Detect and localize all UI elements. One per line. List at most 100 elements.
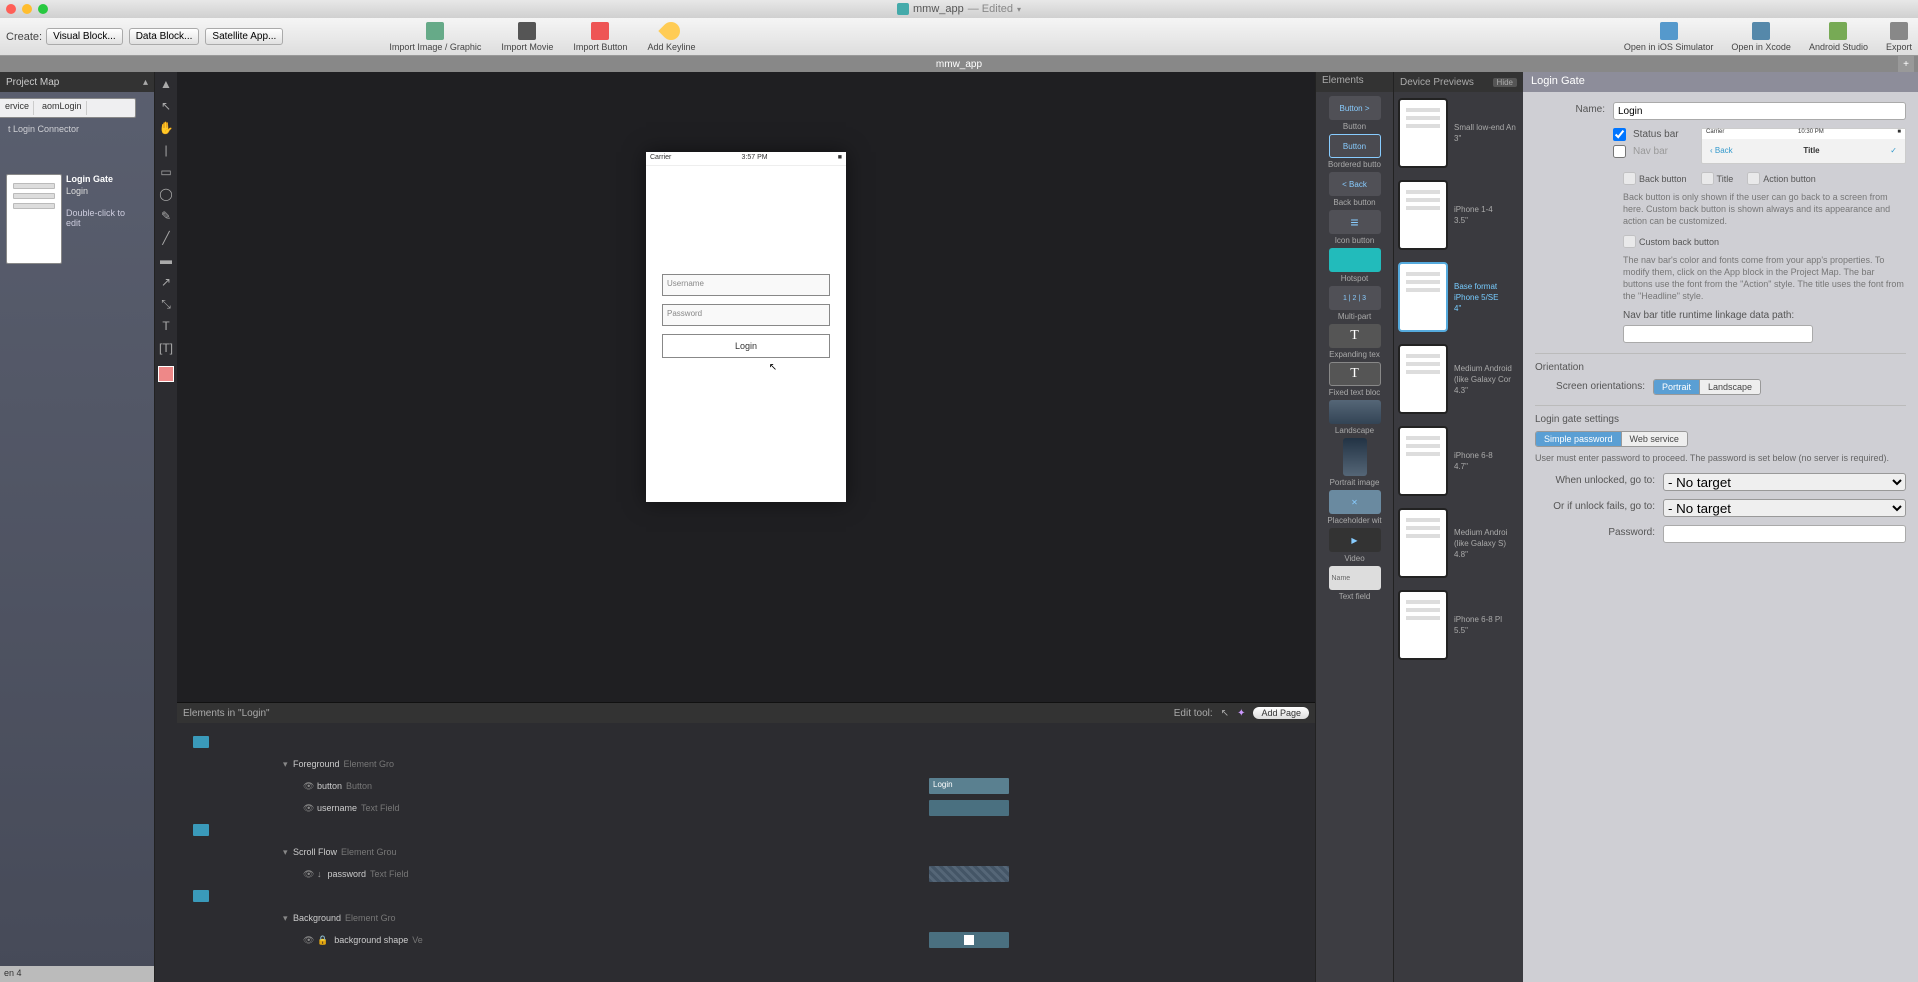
edited-indicator: — Edited [968, 3, 1013, 15]
titlebar: mmw_app — Edited ▾ [0, 0, 1918, 18]
element-portrait-image[interactable]: Portrait image [1318, 438, 1391, 487]
mouse-cursor-icon: ↖ [769, 362, 777, 372]
window-title: mmw_app [913, 3, 964, 15]
web-service-tab[interactable]: Web service [1622, 432, 1687, 446]
title-checkbox [1701, 172, 1714, 185]
foreground-group[interactable]: ▾ForegroundElement Gro [183, 753, 1309, 775]
arrow-tool-icon[interactable]: ↗ [158, 274, 174, 290]
element-placeholder[interactable]: ✕Placeholder wit [1318, 490, 1391, 525]
open-ios-simulator-button[interactable]: Open in iOS Simulator [1624, 22, 1714, 52]
element-icon-button[interactable]: ≡Icon button [1318, 210, 1391, 245]
previews-title: Device Previews [1400, 77, 1474, 88]
runtime-linkage-input[interactable] [1623, 325, 1813, 343]
bgshape-element[interactable]: 👁🔒background shapeVe [183, 929, 1309, 951]
element-multipart[interactable]: 1 | 2 | 3Multi-part [1318, 286, 1391, 321]
runtime-linkage-label: Nav bar title runtime linkage data path: [1623, 310, 1906, 321]
phone-preview: Carrier 3:57 PM ■ Username Password Logi… [646, 152, 846, 502]
element-button-arrow[interactable]: Button >Button [1318, 96, 1391, 131]
name-input[interactable] [1613, 102, 1906, 120]
unlocked-target-select[interactable]: - No target [1663, 473, 1906, 491]
device-preview-item[interactable]: iPhone 1-43.5" [1398, 180, 1519, 250]
button-element[interactable]: 👁buttonButtonLogin [183, 775, 1309, 797]
element-hotspot[interactable]: Hotspot [1318, 248, 1391, 283]
cursor-tool-icon[interactable]: ⤡ [158, 296, 174, 312]
zoom-button[interactable] [38, 4, 48, 14]
password-element[interactable]: 👁↓passwordText Field [183, 863, 1309, 885]
diagonal-tool-icon[interactable]: ╱ [158, 230, 174, 246]
device-preview-item[interactable]: Medium Androi(like Galaxy S)4.8" [1398, 508, 1519, 578]
import-movie-button[interactable]: Import Movie [501, 22, 553, 52]
edit-tool-cursor-icon[interactable]: ↖ [1221, 708, 1229, 719]
fail-target-select[interactable]: - No target [1663, 499, 1906, 517]
actionbutton-checkbox [1747, 172, 1760, 185]
navbar-checkbox[interactable] [1613, 145, 1626, 158]
pm-service-node[interactable]: ervice aomLogin [0, 98, 136, 118]
import-image-button[interactable]: Import Image / Graphic [389, 22, 481, 52]
add-keyline-button[interactable]: Add Keyline [647, 22, 695, 52]
pointer-tool-icon[interactable]: ▲ [158, 76, 174, 92]
device-preview-item[interactable]: iPhone 6-8 Pl5.5" [1398, 590, 1519, 660]
project-map-collapse-icon[interactable]: ▴ [143, 77, 148, 88]
pm-bottom-bar: en 4 [0, 966, 154, 982]
select-tool-icon[interactable]: ↖ [158, 98, 174, 114]
tab-mmw-app[interactable]: mmw_app [936, 59, 982, 70]
minimize-button[interactable] [22, 4, 32, 14]
ellipse-tool-icon[interactable]: ◯ [158, 186, 174, 202]
canvas[interactable]: Carrier 3:57 PM ■ Username Password Logi… [177, 72, 1315, 982]
inspector-panel: Login Gate Name: Status bar Nav bar Carr… [1523, 72, 1918, 982]
create-label: Create: [6, 31, 42, 43]
login-button[interactable]: Login [662, 334, 830, 358]
close-button[interactable] [6, 4, 16, 14]
fail-label: Or if unlock fails, go to: [1535, 499, 1655, 512]
device-preview-item[interactable]: Small low-end An3" [1398, 98, 1519, 168]
layer-group-icon-3 [183, 885, 1309, 907]
inspector-title: Login Gate [1523, 72, 1918, 92]
orientation-landscape-button[interactable]: Landscape [1700, 380, 1760, 394]
username-element[interactable]: 👁usernameText Field [183, 797, 1309, 819]
orientation-portrait-button[interactable]: Portrait [1654, 380, 1700, 394]
import-button-button[interactable]: Import Button [573, 22, 627, 52]
element-text-field[interactable]: NameText field [1318, 566, 1391, 601]
visual-block-button[interactable]: Visual Block... [46, 28, 123, 45]
open-xcode-button[interactable]: Open in Xcode [1731, 22, 1791, 52]
color-swatch[interactable] [158, 366, 174, 382]
line-tool-icon[interactable]: | [158, 142, 174, 158]
lock-icon[interactable]: 🔒 [317, 935, 328, 946]
device-preview-item[interactable]: iPhone 6-84.7" [1398, 426, 1519, 496]
device-preview-item[interactable]: Medium Android(like Galaxy Cor4.3" [1398, 344, 1519, 414]
android-studio-button[interactable]: Android Studio [1809, 22, 1868, 52]
phone-battery-icon: ■ [838, 154, 842, 163]
background-group[interactable]: ▾BackgroundElement Gro [183, 907, 1309, 929]
backbutton-checkbox [1623, 172, 1636, 185]
password-field[interactable]: Password [662, 304, 830, 326]
text-tool-icon[interactable]: T [158, 318, 174, 334]
username-field[interactable]: Username [662, 274, 830, 296]
password-input[interactable] [1663, 525, 1906, 543]
device-preview-item[interactable]: Base formatiPhone 5/SE4" [1398, 262, 1519, 332]
satellite-app-button[interactable]: Satellite App... [205, 28, 283, 45]
unlocked-label: When unlocked, go to: [1535, 473, 1655, 486]
fillrect-tool-icon[interactable]: ▬ [158, 252, 174, 268]
login-help-text: User must enter password to proceed. The… [1535, 453, 1906, 463]
element-fixed-text[interactable]: TFixed text bloc [1318, 362, 1391, 397]
element-landscape-image[interactable]: Landscape [1318, 400, 1391, 435]
pm-login-gate-node[interactable]: Login Gate Login Double-click to edit [6, 174, 136, 264]
pencil-tool-icon[interactable]: ✎ [158, 208, 174, 224]
element-expanding-text[interactable]: TExpanding tex [1318, 324, 1391, 359]
statusbar-checkbox[interactable] [1613, 128, 1626, 141]
element-back-button[interactable]: < BackBack button [1318, 172, 1391, 207]
export-button[interactable]: Export [1886, 22, 1912, 52]
element-bordered-button[interactable]: ButtonBordered butto [1318, 134, 1391, 169]
new-tab-button[interactable]: + [1898, 56, 1914, 72]
edit-tool-wand-icon[interactable]: ✦ [1237, 708, 1245, 719]
previews-hide-button[interactable]: Hide [1493, 78, 1517, 87]
element-video[interactable]: ▶Video [1318, 528, 1391, 563]
hand-tool-icon[interactable]: ✋ [158, 120, 174, 136]
textbox-tool-icon[interactable]: [T] [158, 340, 174, 356]
scrollflow-group[interactable]: ▾Scroll FlowElement Grou [183, 841, 1309, 863]
data-block-button[interactable]: Data Block... [129, 28, 200, 45]
help-backbutton: Back button is only shown if the user ca… [1623, 191, 1906, 227]
rect-tool-icon[interactable]: ▭ [158, 164, 174, 180]
add-page-button[interactable]: Add Page [1253, 707, 1309, 719]
simple-password-tab[interactable]: Simple password [1536, 432, 1622, 446]
